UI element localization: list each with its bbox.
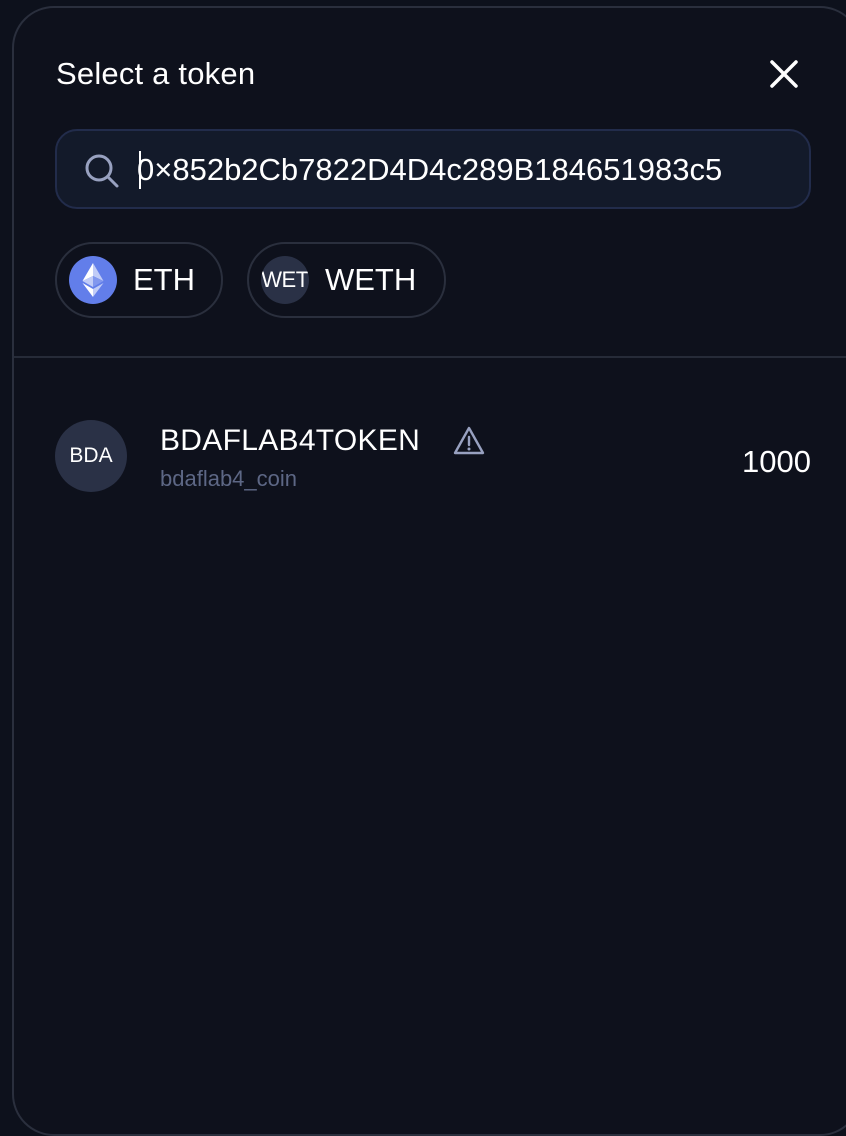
search-field[interactable] (55, 129, 811, 209)
token-symbol: BDAFLAB4TOKEN (160, 424, 421, 457)
text-caret (139, 151, 141, 189)
ethereum-icon (82, 263, 104, 297)
close-icon (770, 60, 798, 88)
token-balance: 1000 (742, 444, 811, 479)
common-base-weth[interactable]: WET WETH (247, 242, 446, 318)
search-icon (85, 154, 119, 188)
divider (14, 356, 846, 358)
chip-label: ETH (133, 262, 195, 297)
common-base-eth[interactable]: ETH (55, 242, 223, 318)
eth-logo (69, 256, 117, 304)
token-select-modal: Select a token ETH WET WETH (12, 6, 846, 1136)
search-input[interactable] (137, 149, 779, 191)
close-button[interactable] (764, 54, 804, 94)
warning-icon (453, 426, 485, 455)
token-list-item[interactable]: BDA BDAFLAB4TOKEN bdaflab4_coin 1000 (14, 398, 846, 518)
token-name: bdaflab4_coin (160, 466, 298, 491)
weth-logo: WET (261, 256, 309, 304)
chip-label: WETH (325, 262, 417, 297)
token-logo: BDA (55, 420, 127, 492)
modal-title: Select a token (56, 56, 256, 91)
